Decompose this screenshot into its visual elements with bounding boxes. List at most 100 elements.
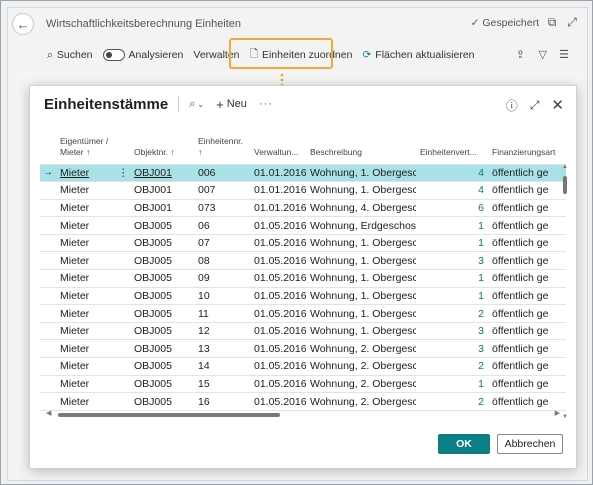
cell-owner[interactable]: Mieter [56, 199, 114, 218]
table-row[interactable]: Mieter OBJ005 15 01.05.2016 Wohnung, 2. Ober… [40, 375, 566, 394]
dialog-header: Einheitenstämme ⌕ ⌄ + Neu ··· ⓘ ⤢ ✕ [30, 86, 576, 122]
cell-financing: öffentlich ge [488, 392, 566, 411]
row-actions-icon[interactable] [114, 234, 130, 253]
scroll-up-icon[interactable]: ▲ [562, 164, 568, 170]
table-row[interactable]: Mieter OBJ005 10 01.05.2016 Wohnung, 1. Ober… [40, 287, 566, 306]
scroll-right-icon[interactable]: ▶ [555, 409, 560, 417]
scroll-down-icon[interactable]: ▼ [562, 414, 568, 420]
cell-unit-count[interactable]: 6 [416, 199, 488, 218]
more-options-icon[interactable]: ··· [259, 98, 273, 110]
analyze-toggle[interactable]: Analysieren [98, 44, 189, 66]
table-row[interactable]: Mieter OBJ005 13 01.05.2016 Wohnung, 2. Ober… [40, 339, 566, 359]
column-header-unit-count[interactable]: Einheitenvert... [416, 134, 488, 165]
cell-owner[interactable]: Mieter [56, 392, 114, 411]
table-row[interactable]: Mieter OBJ005 09 01.05.2016 Wohnung, 1. Ober… [40, 269, 566, 288]
close-icon[interactable]: ✕ [551, 96, 564, 114]
column-header-management[interactable]: Verwaltun... [250, 134, 306, 165]
row-indicator-icon [40, 287, 56, 306]
row-indicator-icon [40, 304, 56, 323]
cell-unit-count[interactable]: 1 [416, 375, 488, 394]
cell-unit-count[interactable]: 4 [416, 181, 488, 200]
cell-unit-count[interactable]: 2 [416, 392, 488, 411]
toggle-switch[interactable] [102, 49, 125, 61]
cell-owner[interactable]: Mieter [56, 181, 114, 200]
cell-owner[interactable]: Mieter [56, 287, 114, 306]
cell-financing: öffentlich ge [488, 251, 566, 271]
cell-unit-count[interactable]: 4 [416, 164, 488, 183]
table-row[interactable]: Mieter OBJ005 08 01.05.2016 Wohnung, 1. Ober… [40, 251, 566, 271]
cell-unit-count[interactable]: 3 [416, 322, 488, 341]
cell-financing: öffentlich ge [488, 269, 566, 288]
search-action[interactable]: ⌕ Suchen [42, 44, 98, 66]
column-header-owner[interactable]: Eigentümer / Mieter ↑ [56, 134, 114, 165]
cell-owner[interactable]: Mieter [56, 375, 114, 394]
cell-management-date: 01.01.2016 [250, 199, 306, 218]
cell-owner[interactable]: Mieter [56, 251, 114, 271]
scroll-thumb[interactable] [58, 413, 280, 417]
row-actions-icon[interactable] [114, 199, 130, 218]
scroll-left-icon[interactable]: ◀ [46, 409, 51, 417]
table-row[interactable]: Mieter OBJ005 11 01.05.2016 Wohnung, 1. Ober… [40, 304, 566, 323]
row-actions-icon[interactable] [114, 357, 130, 376]
cell-unit-count[interactable]: 1 [416, 269, 488, 288]
cell-unit-count[interactable]: 3 [416, 251, 488, 271]
vertical-scrollbar[interactable]: ▲ ▼ [562, 164, 568, 420]
cell-unit-no: 14 [194, 357, 250, 376]
table-row[interactable]: Mieter OBJ001 007 01.01.2016 Wohnung, 1. Obe… [40, 181, 566, 200]
row-actions-icon[interactable] [114, 322, 130, 341]
column-header-unit-no[interactable]: Einheitennr. ↑ [194, 134, 250, 165]
table-row[interactable]: → Mieter ⋮ OBJ001 006 01.01.2016 Wohnung, 1. O… [40, 164, 566, 183]
expand-icon[interactable]: ⤢ [530, 98, 540, 113]
search-dropdown[interactable]: ⌕ ⌄ [189, 98, 204, 111]
cell-unit-count[interactable]: 2 [416, 357, 488, 376]
table-row[interactable]: Mieter OBJ005 14 01.05.2016 Wohnung, 2. Ober… [40, 357, 566, 376]
cell-unit-count[interactable]: 3 [416, 339, 488, 359]
column-header-object-no[interactable]: Objektnr. ↑ [130, 134, 194, 165]
expand-icon[interactable]: ⤢ [565, 15, 579, 29]
row-actions-icon[interactable] [114, 181, 130, 200]
cell-unit-count[interactable]: 1 [416, 287, 488, 306]
row-actions-icon[interactable] [114, 251, 130, 271]
new-button[interactable]: + Neu [216, 97, 247, 112]
row-actions-icon[interactable] [114, 339, 130, 359]
row-actions-icon[interactable] [114, 375, 130, 394]
row-actions-icon[interactable] [114, 392, 130, 411]
cell-unit-count[interactable]: 1 [416, 216, 488, 235]
column-header-financing[interactable]: Finanzierungsart [488, 134, 566, 165]
row-actions-icon[interactable]: ⋮ [114, 164, 130, 183]
update-areas-action[interactable]: ⟳ Flächen aktualisieren [357, 44, 479, 66]
table-row[interactable]: Mieter OBJ005 16 01.05.2016 Wohnung, 2. Ober… [40, 392, 566, 411]
cell-financing: öffentlich ge [488, 357, 566, 376]
info-icon[interactable]: ⓘ [506, 97, 518, 114]
cell-unit-count[interactable]: 1 [416, 234, 488, 253]
cell-owner[interactable]: Mieter [56, 304, 114, 323]
back-button[interactable]: ← [12, 13, 34, 35]
share-icon[interactable]: ⇪ [516, 48, 525, 61]
table-row[interactable]: Mieter OBJ005 06 01.05.2016 Wohnung, Erdgesc… [40, 216, 566, 235]
cell-owner[interactable]: Mieter [56, 357, 114, 376]
cell-unit-count[interactable]: 2 [416, 304, 488, 323]
scroll-thumb[interactable] [563, 176, 567, 194]
filter-icon[interactable]: ▽ [539, 48, 547, 61]
ok-button[interactable]: OK [438, 434, 490, 454]
table-row[interactable]: Mieter OBJ001 073 01.01.2016 Wohnung, 4. Obe… [40, 199, 566, 218]
row-actions-icon[interactable] [114, 304, 130, 323]
row-actions-icon[interactable] [114, 216, 130, 235]
table-row[interactable]: Mieter OBJ005 12 01.05.2016 Wohnung, 1. Ober… [40, 322, 566, 341]
open-new-window-icon[interactable]: ⧉ [545, 15, 559, 29]
cell-object-no: OBJ001 [130, 199, 194, 218]
cell-owner[interactable]: Mieter [56, 234, 114, 253]
row-indicator-icon [40, 357, 56, 376]
row-actions-icon[interactable] [114, 287, 130, 306]
column-header-description[interactable]: Beschreibung [306, 134, 416, 165]
table-row[interactable]: Mieter OBJ005 07 01.05.2016 Wohnung, 1. Ober… [40, 234, 566, 253]
row-actions-icon[interactable] [114, 269, 130, 288]
cell-owner[interactable]: Mieter [56, 164, 114, 183]
cell-owner[interactable]: Mieter [56, 216, 114, 235]
cell-owner[interactable]: Mieter [56, 269, 114, 288]
cancel-button[interactable]: Abbrechen [497, 434, 563, 454]
horizontal-scrollbar[interactable]: ◀ ▶ [46, 409, 560, 419]
cell-owner[interactable]: Mieter [56, 339, 114, 359]
cell-owner[interactable]: Mieter [56, 322, 114, 341]
list-view-icon[interactable]: ☰ [559, 48, 569, 61]
